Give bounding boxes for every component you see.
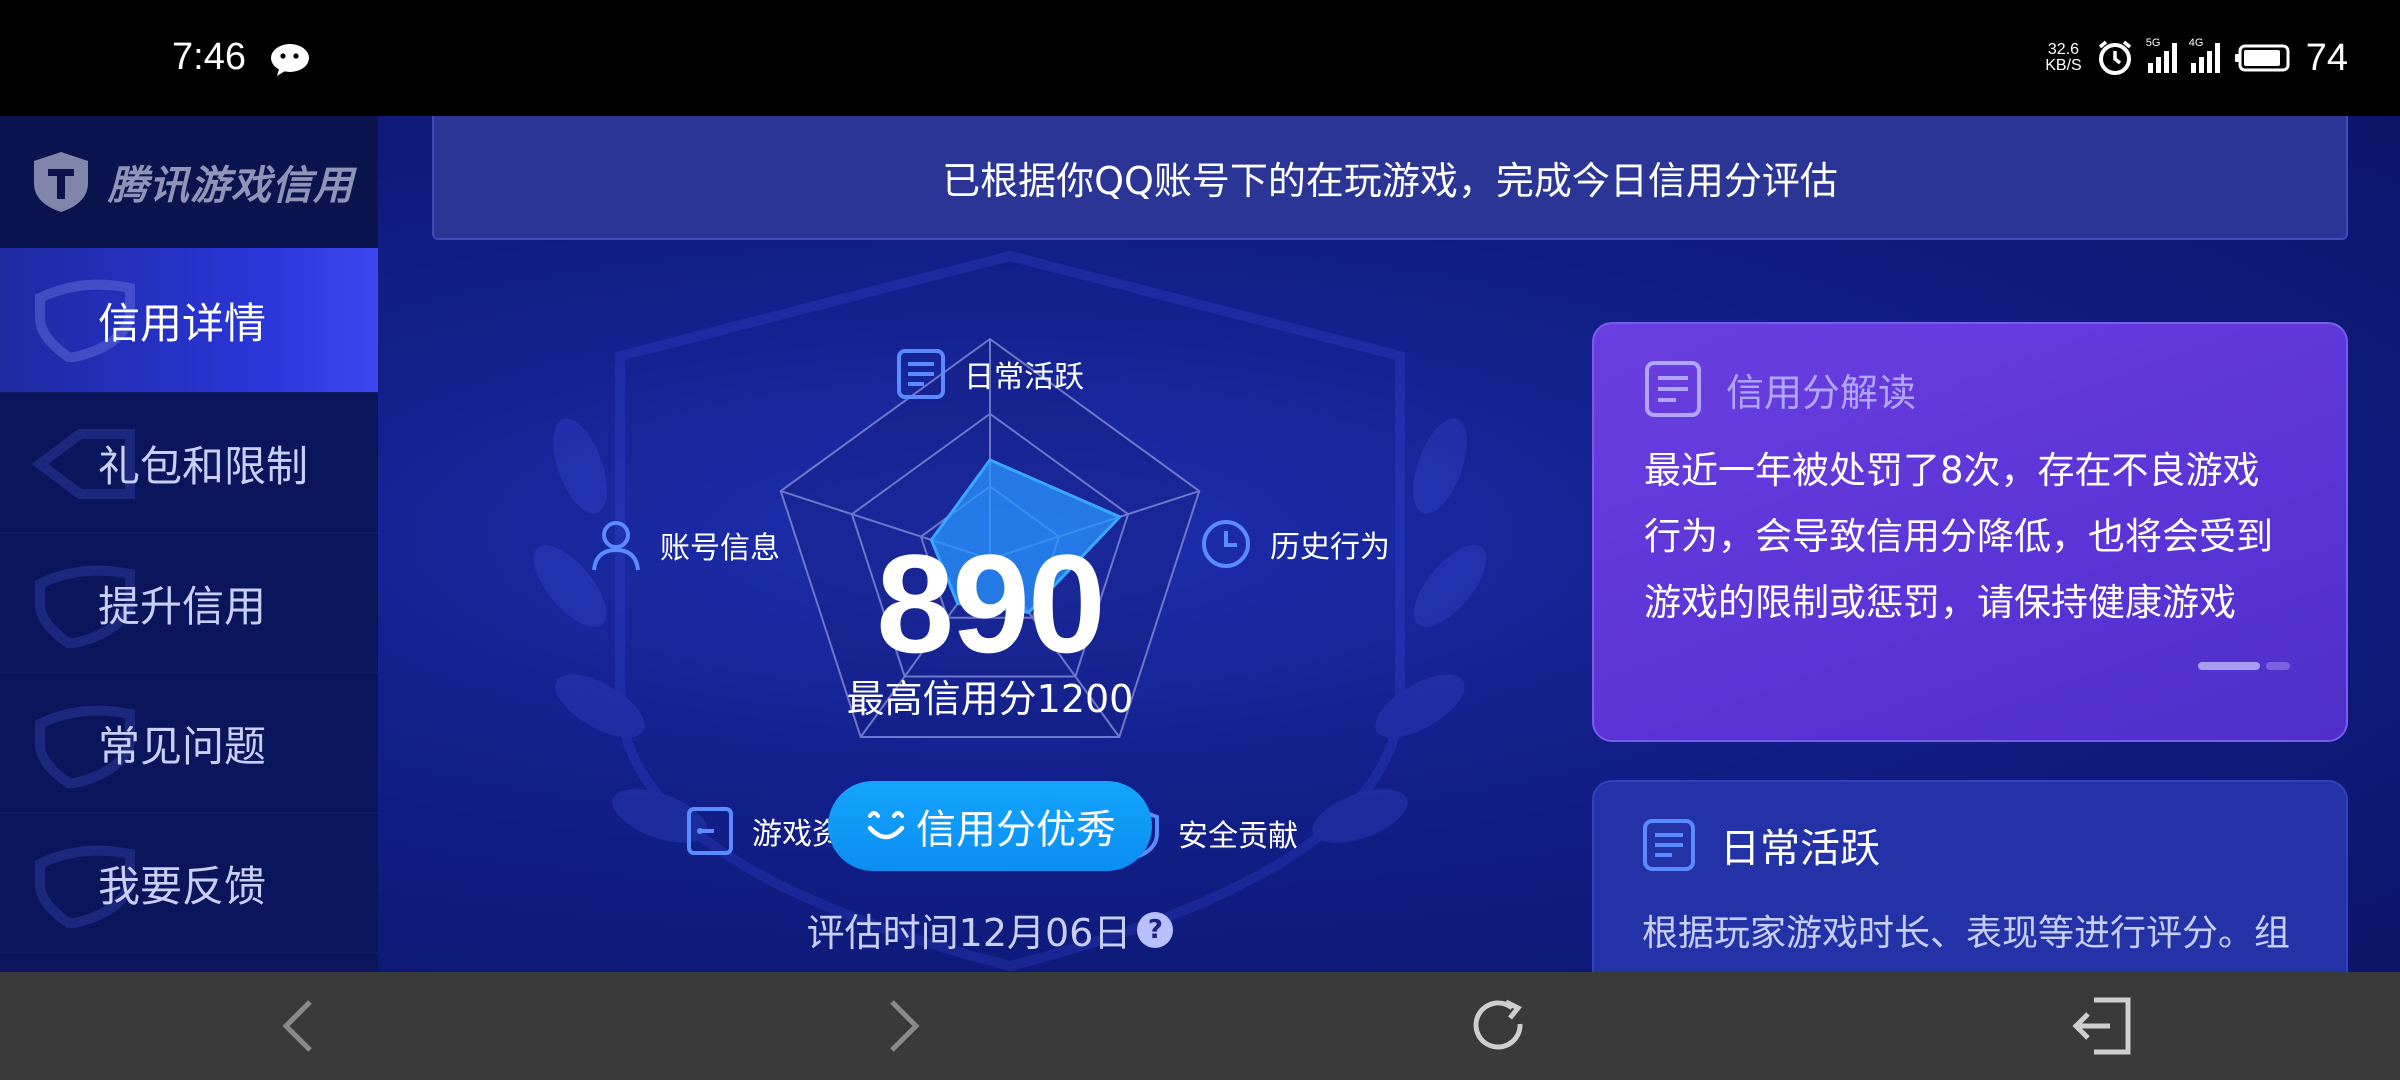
sidebar-item-label: 礼包和限制 — [98, 441, 309, 491]
help-icon[interactable]: ? — [1137, 911, 1174, 948]
radar-axis-daily-active: 日常活跃 — [896, 348, 1084, 400]
status-bar: 7:46 32.6 KB/S 5G 4G 74 — [0, 0, 2400, 116]
sidebar-item-improve-credit[interactable]: 提升信用 — [0, 534, 378, 674]
status-icons: 32.6 KB/S 5G 4G 74 — [2045, 36, 2348, 80]
daily-active-card[interactable]: 日常活跃 根据玩家游戏时长、表现等进行评分。组 — [1592, 780, 2348, 972]
alarm-icon — [2098, 40, 2131, 75]
sidebar-item-feedback[interactable]: 我要反馈 — [0, 814, 378, 954]
sidebar-item-label: 我要反馈 — [98, 861, 267, 911]
sidebar: 腾讯游戏信用 信用详情 礼包和限制 提升信用 常见问题 我要反馈 — [0, 116, 378, 972]
sidebar-item-credit-details[interactable]: 信用详情 — [0, 248, 378, 394]
sidebar-item-label: 信用详情 — [98, 298, 267, 348]
exit-icon[interactable] — [2070, 994, 2134, 1058]
back-icon[interactable] — [270, 994, 334, 1058]
card-body: 最近一年被处罚了8次，存在不良游戏行为，会导致信用分降低，也将会受到游戏的限制或… — [1644, 449, 2273, 624]
evaluation-time: 评估时间12月06日 ? — [700, 902, 1280, 957]
smile-icon — [867, 811, 905, 840]
net-speed: 32.6 KB/S — [2045, 41, 2082, 74]
evaluation-notice-banner: 已根据你QQ账号下的在玩游戏，完成今日信用分评估 — [432, 116, 2348, 240]
signal-4g-icon: 4G — [2189, 37, 2220, 73]
doc-icon — [897, 349, 945, 399]
battery-level: 74 — [2305, 36, 2348, 79]
credit-level-button[interactable]: 信用分优秀 — [828, 781, 1152, 871]
brand-logo: 腾讯游戏信用 — [0, 116, 378, 248]
sidebar-item-label: 提升信用 — [98, 581, 267, 631]
forward-icon[interactable] — [868, 994, 932, 1058]
doc-icon — [1643, 819, 1695, 871]
max-score-label: 最高信用分1200 — [846, 677, 1134, 721]
card-title: 信用分解读 — [1726, 370, 1917, 415]
battery-icon — [2234, 44, 2290, 72]
app-area: 腾讯游戏信用 信用详情 礼包和限制 提升信用 常见问题 我要反馈 已根据你QQ账… — [0, 116, 2400, 972]
credit-score: 890 — [876, 525, 1106, 682]
signal-5g-icon: 5G — [2146, 37, 2177, 73]
wechat-icon — [271, 44, 309, 76]
sidebar-item-gifts-limits[interactable]: 礼包和限制 — [0, 394, 378, 534]
shield-logo-icon — [34, 152, 88, 212]
card-title: 日常活跃 — [1720, 826, 1880, 872]
clock: 7:46 — [172, 36, 246, 78]
sidebar-item-faq[interactable]: 常见问题 — [0, 674, 378, 814]
refresh-icon[interactable] — [1468, 994, 1532, 1058]
sidebar-item-label: 常见问题 — [98, 721, 267, 771]
browser-toolbar — [0, 972, 2400, 1080]
card-description: 根据玩家游戏时长、表现等进行评分。组 — [1642, 913, 2291, 954]
credit-interpretation-card: 信用分解读 最近一年被处罚了8次，存在不良游戏行为，会导致信用分降低，也将会受到… — [1592, 322, 2348, 742]
doc-icon — [1645, 361, 1701, 417]
scroll-indicator — [2198, 662, 2290, 670]
wallet-icon — [687, 807, 733, 855]
